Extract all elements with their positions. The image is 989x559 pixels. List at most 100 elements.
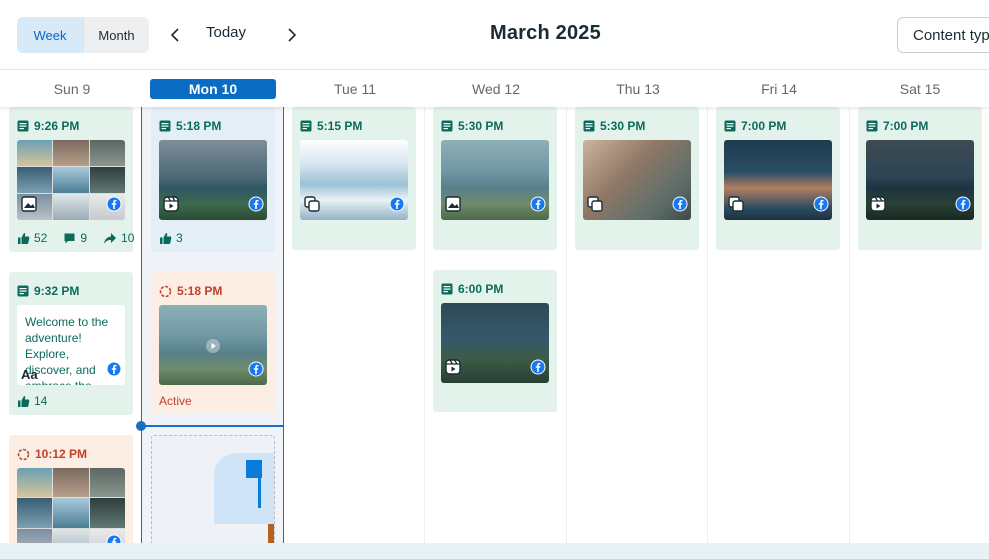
post-time-label: 10:12 PM [35,447,88,461]
post-time-label: 5:30 PM [600,119,646,133]
week-view-button[interactable]: Week [17,17,83,53]
post-thumbnail [159,305,267,385]
footer-strip [0,543,989,559]
week-grid: 9:26 PM 52 9 10 9:32 PM Welcome to the a… [0,107,989,558]
facebook-icon [106,196,122,217]
post-thumbnail [17,140,125,220]
post-time: 6:00 PM [441,282,503,296]
post-thumbnail [300,140,408,220]
shares-count: 10 [121,231,135,245]
play-icon [205,338,221,359]
comments-count: 9 [80,231,88,245]
post-card[interactable]: 6:00 PM [433,270,557,412]
new-post-drop-zone[interactable] [151,435,275,555]
post-time: 5:18 PM [159,119,221,133]
comment-icon [64,233,75,243]
current-time-dot [136,421,146,431]
post-card-active[interactable]: 5:18 PM Active [151,272,275,414]
facebook-icon [248,196,264,217]
post-time: 5:18 PM [159,284,222,298]
facebook-icon [389,196,405,217]
post-time-label: 7:00 PM [741,119,787,133]
facebook-icon [530,359,546,380]
post-text-preview: Welcome to the adventure! Explore, disco… [17,305,125,385]
post-time-label: 5:30 PM [458,119,504,133]
post-card[interactable]: 5:18 PM 3 [151,107,275,252]
facebook-icon [248,361,264,382]
like-icon [160,232,172,244]
content-type-filter[interactable]: Content type [897,17,989,53]
post-time-label: 5:15 PM [317,119,363,133]
facebook-icon [955,196,971,217]
post-time: 5:15 PM [300,119,362,133]
column-divider [566,107,567,543]
post-text-icon [17,285,29,297]
post-thumbnail [441,140,549,220]
likes-count: 3 [176,231,183,245]
next-week-button[interactable] [280,22,304,48]
day-header-fri: Fri 14 [761,81,797,97]
photo-icon [21,196,37,217]
likes-count: 52 [34,231,48,245]
post-text-icon [724,120,736,132]
likes-count: 14 [34,394,48,408]
facebook-icon [813,196,829,217]
post-text-icon [441,283,453,295]
day-header-tue: Tue 11 [333,81,377,97]
previous-week-button[interactable] [163,22,187,48]
carousel-icon [587,196,603,217]
carousel-icon [728,196,744,217]
month-view-button[interactable]: Month [83,17,149,53]
reel-icon [445,359,461,380]
post-time-label: 9:26 PM [34,119,80,133]
view-switcher: Week Month [17,17,149,53]
day-header-mon-current: Mon 10 [150,79,276,99]
post-time: 9:32 PM [17,284,79,298]
reel-icon [163,196,179,217]
post-thumbnail [866,140,974,220]
calendar-toolbar: Week Month Today March 2025 Content type [0,0,989,70]
post-card[interactable]: 7:00 PM [716,107,840,250]
mailbox-illustration-icon [214,453,274,554]
chevron-left-icon [170,28,179,42]
post-time: 10:12 PM [17,447,87,461]
like-icon [18,395,30,407]
post-card[interactable]: 7:00 PM [858,107,982,250]
column-divider [849,107,850,543]
post-time-label: 7:00 PM [883,119,929,133]
post-thumbnail [583,140,691,220]
post-card[interactable]: 9:26 PM 52 9 10 [9,107,135,252]
pending-status-icon [159,285,172,298]
post-text-icon [441,120,453,132]
today-button[interactable]: Today [206,24,246,41]
post-status: Active [159,394,192,408]
post-time: 7:00 PM [866,119,928,133]
post-engagement: 3 [159,231,183,245]
post-thumbnail [441,303,549,383]
day-header-sun: Sun 9 [53,81,91,97]
post-text-icon [583,120,595,132]
post-card-pending[interactable]: 10:12 PM [9,435,133,558]
carousel-icon [304,196,320,217]
chevron-right-icon [288,28,297,42]
post-card[interactable]: 5:15 PM [292,107,416,250]
post-text-icon [300,120,312,132]
post-time-label: 9:32 PM [34,284,80,298]
facebook-icon [106,361,122,382]
post-time-label: 6:00 PM [458,282,504,296]
current-time-line [141,425,284,427]
post-card[interactable]: 5:30 PM [433,107,557,250]
reel-icon [870,196,886,217]
column-divider [424,107,425,543]
pending-status-icon [17,448,30,461]
photo-icon [445,196,461,217]
post-thumbnail [724,140,832,220]
day-header-row: Sun 9 Mon 10 Tue 11 Wed 12 Thu 13 Fri 14… [0,70,989,107]
post-card[interactable]: 5:30 PM [575,107,699,250]
post-time: 9:26 PM [17,119,79,133]
day-header-wed: Wed 12 [472,81,520,97]
post-card[interactable]: 9:32 PM Welcome to the adventure! Explor… [9,272,133,415]
day-header-sat: Sat 15 [899,81,941,97]
text-post-icon: Aa [21,367,38,382]
post-time-label: 5:18 PM [177,284,223,298]
